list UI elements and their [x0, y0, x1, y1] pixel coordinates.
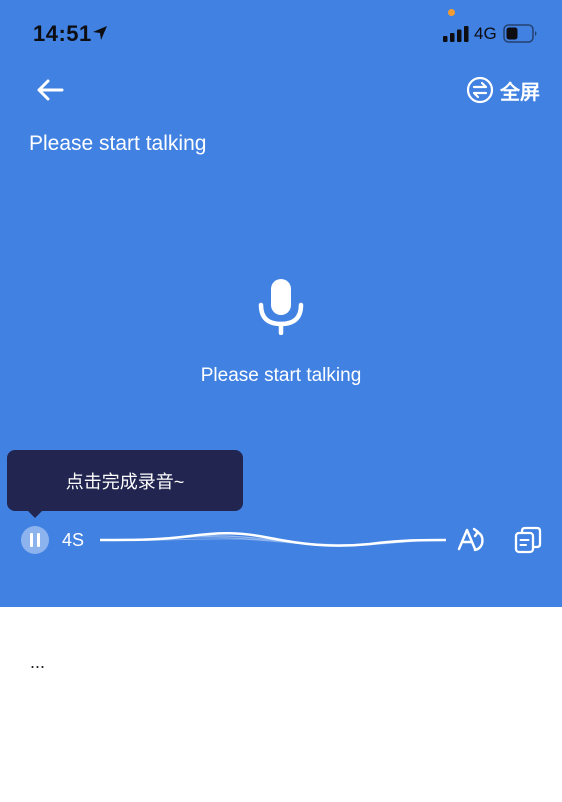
page-title: Please start talking: [29, 132, 207, 155]
privacy-indicator-dot: [448, 9, 455, 16]
translate-button[interactable]: [456, 525, 488, 555]
tooltip-text: 点击完成录音~: [65, 471, 185, 492]
arrow-left-icon: [37, 79, 64, 101]
pause-button[interactable]: [21, 526, 49, 554]
back-button[interactable]: [30, 72, 70, 108]
copy-icon: [514, 526, 542, 554]
switch-arrows-icon: [466, 76, 494, 104]
microphone-icon: [258, 279, 304, 335]
mic-caption: Please start talking: [200, 365, 362, 386]
status-time: 14:51: [33, 21, 92, 46]
translate-icon: [457, 527, 484, 552]
transcript-text: ...: [30, 652, 46, 672]
tooltip-pointer: [26, 509, 44, 518]
location-arrow-icon: [93, 26, 107, 40]
battery-icon: [503, 24, 537, 43]
pause-icon: [30, 533, 40, 547]
recording-duration: 4S: [62, 530, 85, 550]
fullscreen-button[interactable]: 全屏: [466, 74, 540, 106]
cellular-signal-icon: [443, 26, 469, 42]
audio-waveform: [100, 531, 446, 547]
copy-button[interactable]: [513, 525, 543, 555]
finish-recording-tooltip: 点击完成录音~: [7, 450, 243, 511]
network-type-label: 4G: [474, 24, 497, 43]
fullscreen-label: 全屏: [500, 81, 540, 104]
